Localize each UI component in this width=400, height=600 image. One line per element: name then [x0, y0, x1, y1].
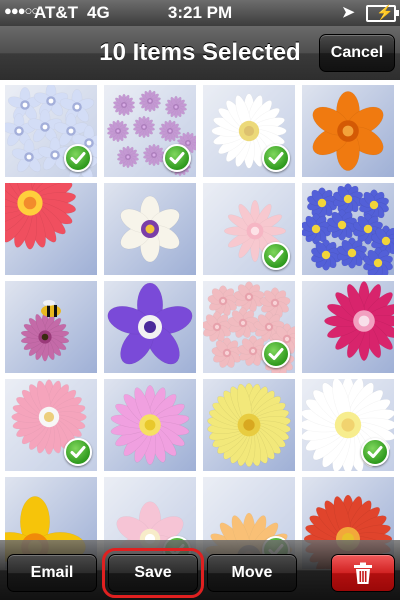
photo-thumbnail[interactable] [5, 379, 97, 471]
photo-image [104, 281, 196, 373]
photo-thumbnail[interactable] [5, 85, 97, 177]
trash-icon [354, 562, 372, 584]
move-button[interactable]: Move [207, 554, 297, 592]
checkmark-icon [262, 340, 290, 368]
checkmark-icon [361, 438, 389, 466]
photo-thumbnail[interactable] [302, 85, 394, 177]
photo-thumbnail[interactable] [5, 281, 97, 373]
checkmark-icon [262, 144, 290, 172]
checkmark-icon [262, 242, 290, 270]
photo-thumbnail[interactable] [203, 379, 295, 471]
checkmark-icon [163, 144, 191, 172]
delete-button[interactable] [331, 554, 395, 592]
photo-image [5, 281, 97, 373]
bottom-toolbar: Email Save Move [0, 540, 400, 600]
email-button[interactable]: Email [7, 554, 97, 592]
status-bar: ●●●○○ AT&T 4G 3:21 PM ➤ ⚡ [0, 0, 400, 26]
photo-thumbnail[interactable] [203, 183, 295, 275]
photo-image [104, 379, 196, 471]
navigation-bar: 10 Items Selected Cancel [0, 26, 400, 81]
photo-thumbnail[interactable] [302, 183, 394, 275]
photo-image [302, 183, 394, 275]
checkmark-icon [64, 144, 92, 172]
photo-thumbnail[interactable] [203, 281, 295, 373]
photo-thumbnail[interactable] [104, 85, 196, 177]
photo-thumbnail[interactable] [302, 281, 394, 373]
photo-image [203, 379, 295, 471]
photo-grid[interactable] [0, 80, 400, 569]
location-arrow-icon: ➤ [342, 4, 355, 21]
cancel-button[interactable]: Cancel [319, 34, 395, 72]
photo-image [302, 281, 394, 373]
photo-thumbnail[interactable] [104, 379, 196, 471]
photo-thumbnail[interactable] [5, 183, 97, 275]
photo-image [5, 183, 97, 275]
status-time: 3:21 PM [167, 3, 233, 22]
photo-thumbnail[interactable] [104, 281, 196, 373]
battery-charging-icon: ⚡ [366, 4, 399, 22]
photo-image [302, 85, 394, 177]
checkmark-icon [64, 438, 92, 466]
photo-thumbnail[interactable] [203, 85, 295, 177]
photo-thumbnail[interactable] [302, 379, 394, 471]
photo-thumbnail[interactable] [104, 183, 196, 275]
photo-picker-screen: ●●●○○ AT&T 4G 3:21 PM ➤ ⚡ 10 Items Selec… [0, 0, 400, 600]
photo-image [104, 183, 196, 275]
save-button[interactable]: Save [102, 548, 204, 598]
